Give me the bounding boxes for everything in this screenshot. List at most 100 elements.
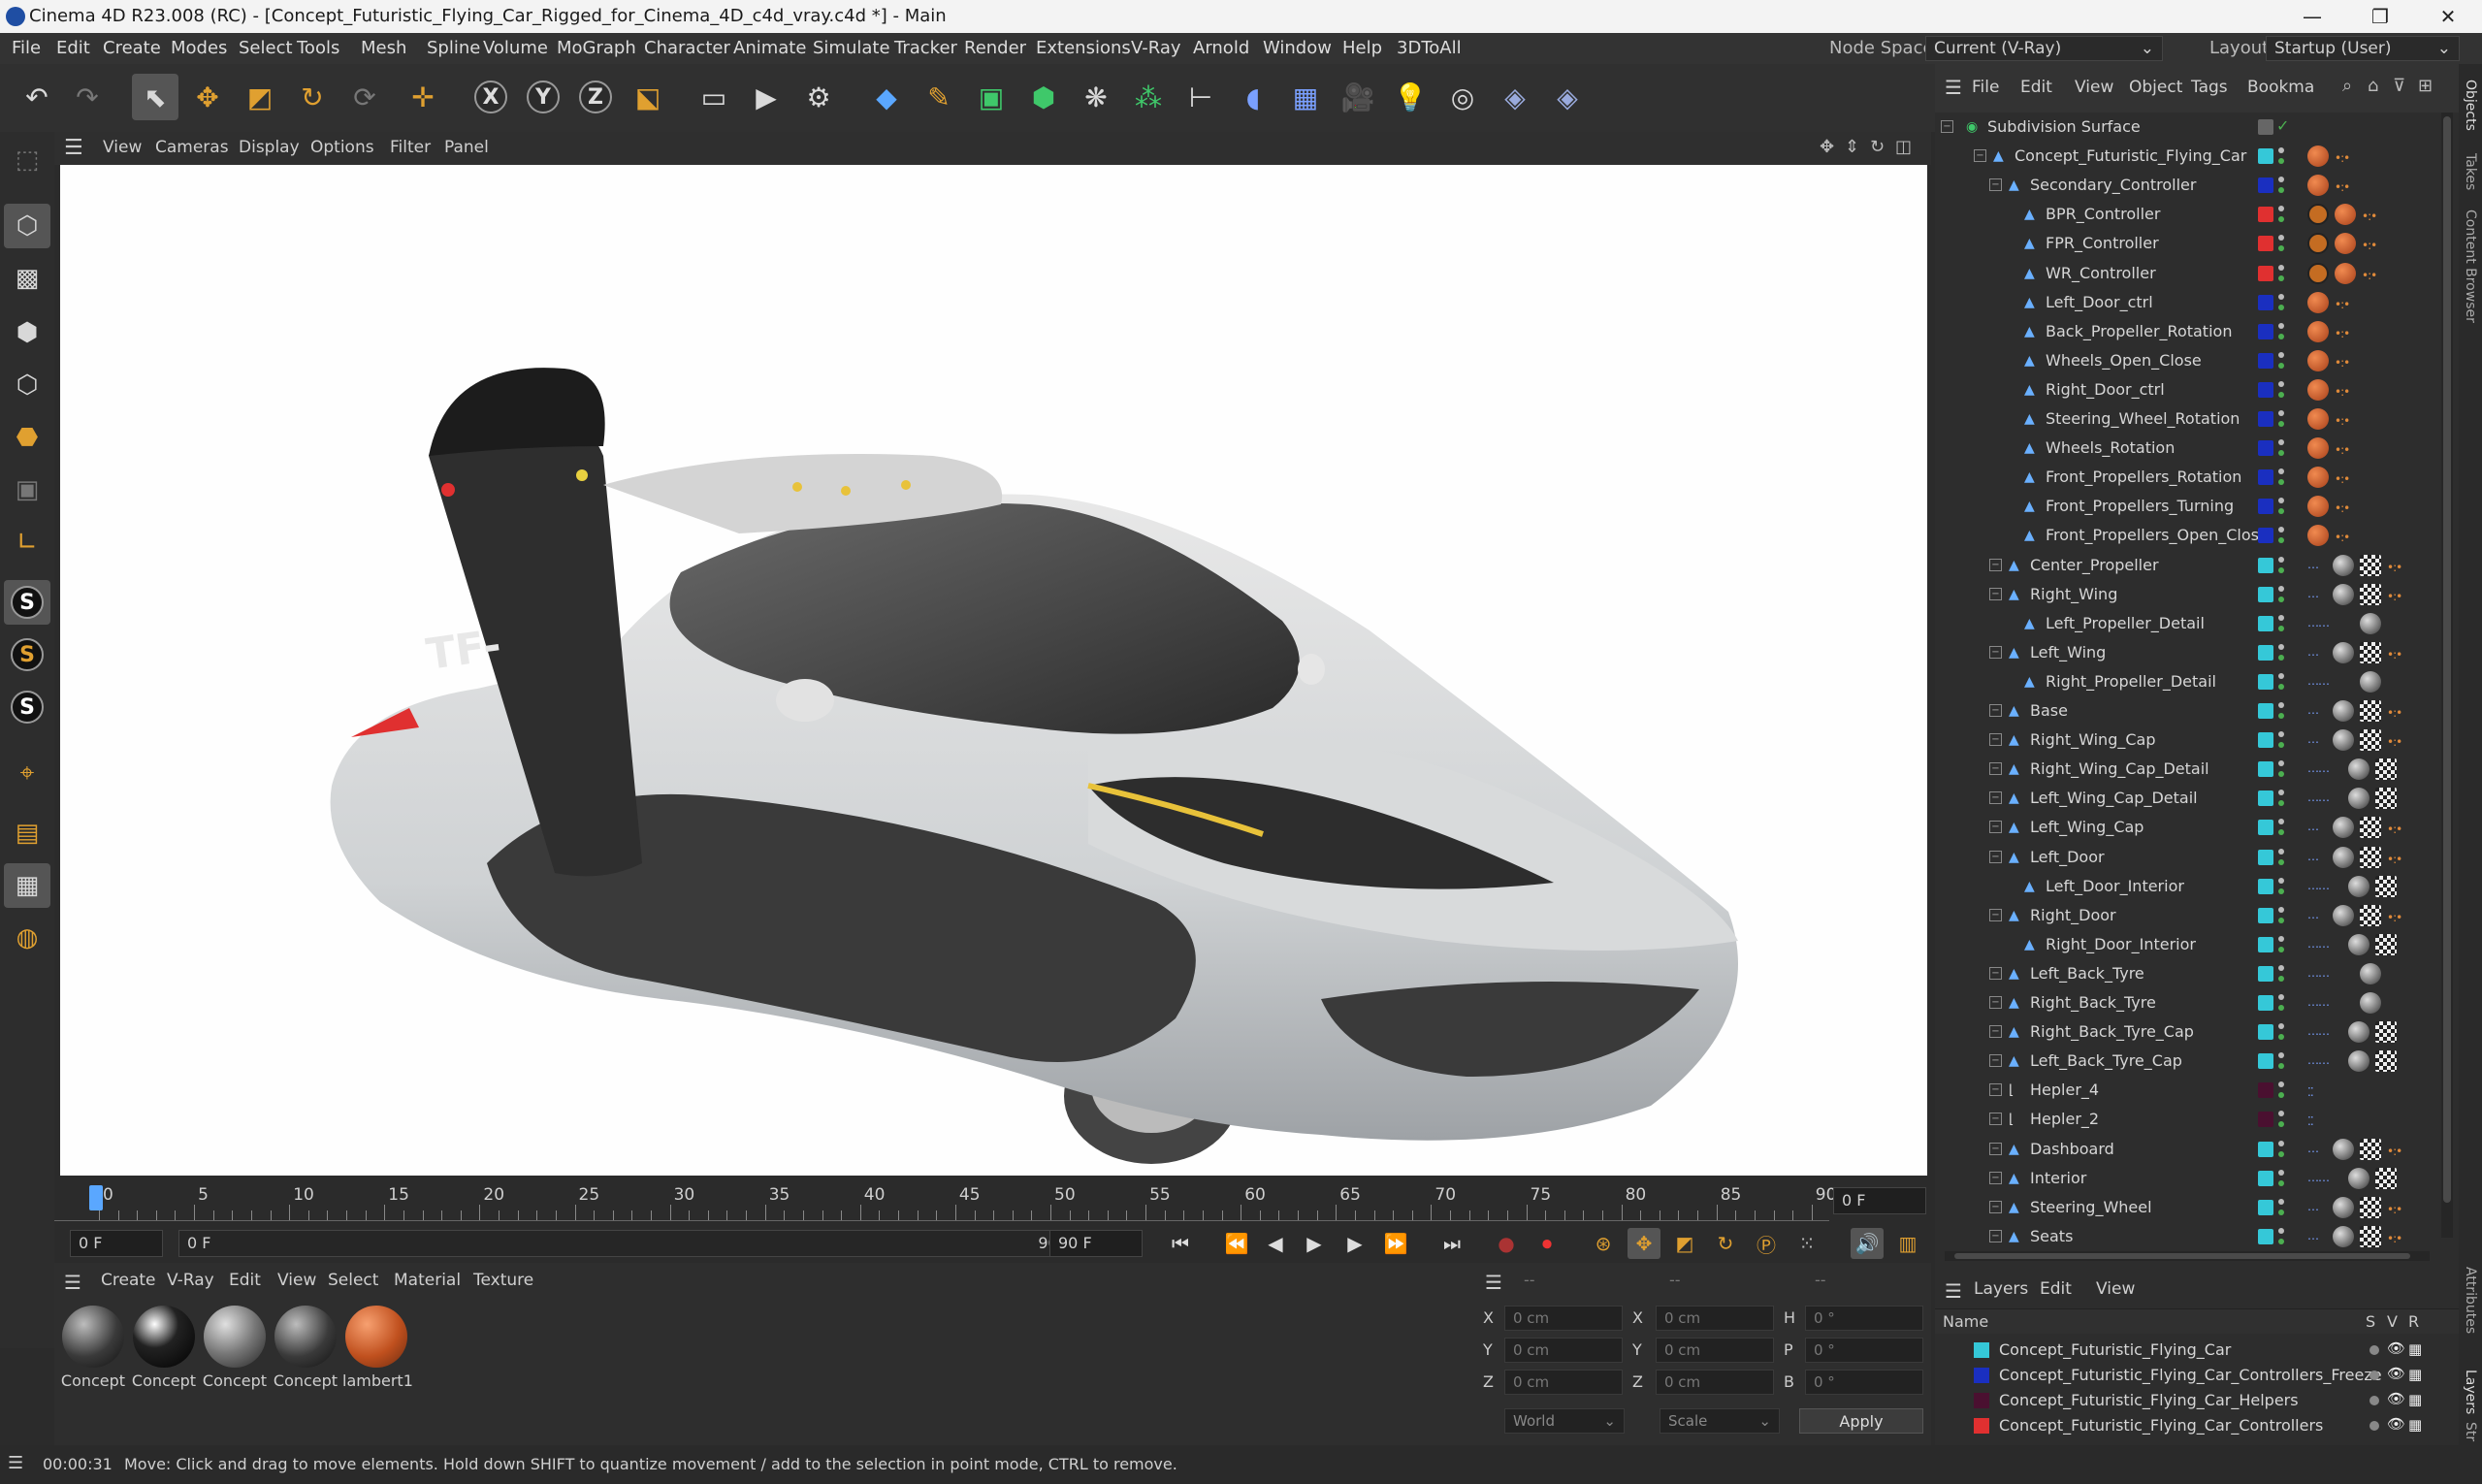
- minimize-button[interactable]: —: [2278, 0, 2346, 33]
- visibility-dots[interactable]: [2276, 525, 2284, 546]
- selection-tag-icon[interactable]: •:•: [2387, 706, 2402, 720]
- selection-tag-icon[interactable]: •:•: [2335, 298, 2350, 311]
- snap-grid-icon[interactable]: S: [4, 685, 50, 729]
- layer-color-swatch[interactable]: [2258, 1170, 2273, 1186]
- material-menu-texture[interactable]: Texture: [473, 1271, 533, 1290]
- coord-value-field[interactable]: 0 °: [1805, 1306, 1923, 1331]
- object-row[interactable]: ▲ Front_Propellers_Turning •:•: [1935, 492, 2444, 521]
- material-tag-icon[interactable]: [2333, 817, 2354, 839]
- light-icon[interactable]: 💡: [1387, 74, 1434, 120]
- object-menu-bookma[interactable]: Bookma: [2247, 78, 2314, 97]
- keyframe-selection-icon[interactable]: ⊛: [1587, 1228, 1620, 1259]
- visibility-dots[interactable]: [2276, 1139, 2284, 1160]
- uvw-tag-icon[interactable]: ⋯: [2307, 853, 2319, 866]
- expand-toggle-icon[interactable]: −: [1989, 1054, 2002, 1068]
- object-row[interactable]: ▲ FPR_Controller •:•: [1935, 229, 2444, 258]
- texture-tag-icon[interactable]: [2360, 1225, 2381, 1247]
- menu-volume[interactable]: Volume: [483, 38, 548, 58]
- expand-toggle-icon[interactable]: −: [1989, 996, 2002, 1009]
- key-scale-icon[interactable]: ◩: [1668, 1228, 1701, 1259]
- material-menu-edit[interactable]: Edit: [229, 1271, 261, 1290]
- magnet-icon[interactable]: ⌖: [4, 751, 50, 795]
- go-to-start-icon[interactable]: ⏮: [1164, 1228, 1197, 1259]
- texture-tag-icon[interactable]: [2375, 875, 2397, 897]
- edges-mode-icon[interactable]: ⬡: [4, 363, 50, 407]
- layer-color-swatch[interactable]: [2258, 265, 2273, 281]
- material-menu-material[interactable]: Material: [394, 1271, 461, 1290]
- material-swatch[interactable]: [204, 1306, 266, 1368]
- material-tag-icon[interactable]: [2307, 378, 2329, 401]
- selection-tag-icon[interactable]: •:•: [2335, 180, 2350, 194]
- viewport-move-icon[interactable]: ✥: [1820, 137, 1834, 157]
- end-frame-field[interactable]: 90 F: [1049, 1230, 1143, 1257]
- uvw-tag-icon[interactable]: ⋯⋯: [2307, 677, 2330, 691]
- coord-value-field[interactable]: 0 cm: [1656, 1338, 1774, 1363]
- expand-toggle-icon[interactable]: −: [1989, 1113, 2002, 1126]
- material-tag-icon[interactable]: [2333, 1225, 2354, 1247]
- visibility-dots[interactable]: [2276, 1080, 2284, 1101]
- tab-objects[interactable]: Objects: [2463, 80, 2478, 131]
- menu-edit[interactable]: Edit: [56, 38, 90, 58]
- expand-toggle-icon[interactable]: −: [1989, 762, 2002, 776]
- visibility-dots[interactable]: [2276, 233, 2284, 254]
- key-pla-icon[interactable]: ⁙: [1790, 1228, 1823, 1259]
- material-tag-icon[interactable]: [2307, 437, 2329, 460]
- material-tag-icon[interactable]: [2360, 670, 2381, 693]
- rotate-icon[interactable]: ↻: [289, 74, 336, 120]
- selection-tag-icon[interactable]: •:•: [2335, 385, 2350, 399]
- expand-toggle-icon[interactable]: −: [1989, 1229, 2002, 1242]
- layer-color-swatch[interactable]: [2258, 673, 2273, 690]
- selection-tag-icon[interactable]: •:•: [2335, 414, 2350, 428]
- python-icon[interactable]: ◈: [1492, 74, 1538, 120]
- layer-color-swatch[interactable]: [2258, 1228, 2273, 1244]
- layer-color-swatch[interactable]: [2258, 1024, 2273, 1041]
- expand-toggle-icon[interactable]: −: [1989, 1083, 2002, 1097]
- material-tag-icon[interactable]: [2307, 349, 2329, 371]
- material-tag-icon[interactable]: [2333, 1138, 2354, 1160]
- record-icon[interactable]: ●: [1490, 1228, 1523, 1259]
- apply-button[interactable]: Apply: [1799, 1408, 1923, 1434]
- visibility-dots[interactable]: [2276, 1050, 2284, 1072]
- selection-tag-icon[interactable]: •:•: [2335, 443, 2350, 457]
- playhead[interactable]: [89, 1185, 103, 1210]
- object-row[interactable]: − ▲ Seats ⋯ •:•: [1935, 1222, 2444, 1251]
- object-menu-view[interactable]: View: [2075, 78, 2113, 97]
- material-tag-icon[interactable]: [2333, 583, 2354, 605]
- layer-color-swatch[interactable]: [2258, 878, 2273, 894]
- object-menu-tags[interactable]: Tags: [2191, 78, 2228, 97]
- visibility-dots[interactable]: [2276, 788, 2284, 809]
- material-tag-icon[interactable]: [2348, 758, 2369, 781]
- material-tag-icon[interactable]: [2348, 1021, 2369, 1044]
- material-menu-view[interactable]: View: [277, 1271, 316, 1290]
- layer-color-swatch[interactable]: [2258, 761, 2273, 778]
- object-menu-edit[interactable]: Edit: [2020, 78, 2052, 97]
- snap-settings-icon[interactable]: S: [4, 632, 50, 677]
- object-row[interactable]: − ▲ Right_Wing_Cap ⋯ •:•: [1935, 726, 2444, 755]
- render-region-icon[interactable]: ▭: [691, 74, 737, 120]
- expand-toggle-icon[interactable]: −: [1989, 178, 2002, 192]
- layer-color-swatch[interactable]: [2258, 849, 2273, 865]
- uvw-tag-icon[interactable]: ⋯: [2307, 706, 2319, 720]
- material-tag-icon[interactable]: [2335, 262, 2356, 284]
- eye-icon[interactable]: 👁: [2387, 1415, 2405, 1433]
- material-tag-icon[interactable]: [2307, 175, 2329, 197]
- undo-icon[interactable]: ↶: [14, 74, 60, 120]
- visibility-dots[interactable]: [2276, 584, 2284, 605]
- layer-row[interactable]: Concept_Futuristic_Flying_Car 👁 ▦: [1935, 1338, 2459, 1363]
- visibility-dots[interactable]: [2276, 1021, 2284, 1043]
- make-editable-icon[interactable]: ⬚: [4, 138, 50, 182]
- expand-toggle-icon[interactable]: −: [1989, 966, 2002, 980]
- object-row[interactable]: − ◉ Subdivision Surface ✓: [1935, 113, 2444, 142]
- visibility-dots[interactable]: [2276, 1109, 2284, 1130]
- menu-tools[interactable]: Tools: [297, 38, 339, 58]
- material-swatch[interactable]: [133, 1306, 195, 1368]
- start-frame-field[interactable]: 0 F: [70, 1230, 163, 1257]
- visibility-dots[interactable]: [2276, 613, 2284, 634]
- eye-icon[interactable]: 👁: [2387, 1365, 2405, 1382]
- selection-tag-icon[interactable]: •:•: [2335, 151, 2350, 165]
- uvw-tag-icon[interactable]: ⋯: [2307, 911, 2319, 924]
- render-icon[interactable]: ▦: [2408, 1366, 2422, 1383]
- menu-help[interactable]: Help: [1342, 38, 1382, 58]
- uvw-tag-icon[interactable]: ⋯: [2307, 735, 2319, 749]
- sound-icon[interactable]: 🔊: [1851, 1228, 1884, 1259]
